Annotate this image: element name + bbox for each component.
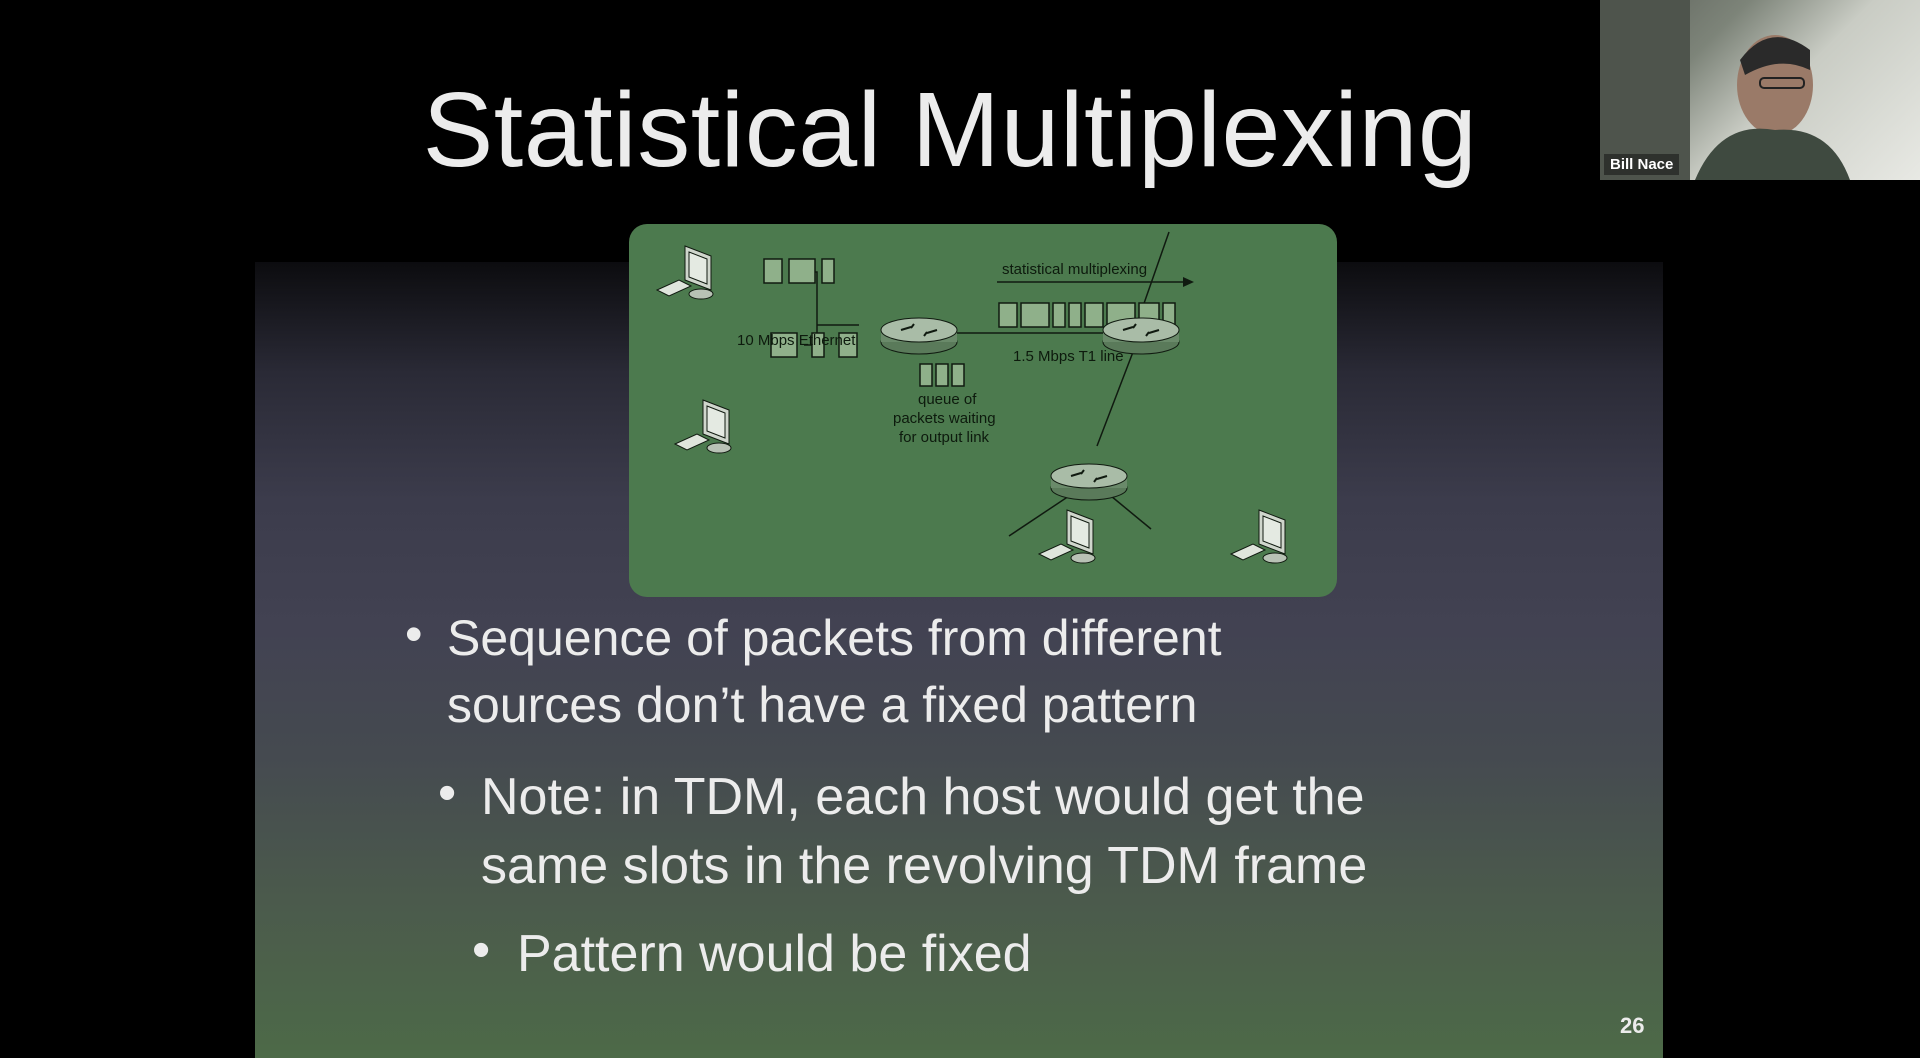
bullet-symbol: •: [438, 764, 457, 822]
bullet-line: sources don’t have a fixed pattern: [447, 676, 1198, 733]
router-host-left-line: [1008, 495, 1070, 537]
computer-icon: [655, 245, 714, 300]
bullet-line: Sequence of packets from different: [447, 610, 1222, 666]
presenter-video[interactable]: [1600, 0, 1920, 180]
packet: [763, 258, 783, 284]
router-icon: [1050, 463, 1128, 501]
bullet-line: same slots in the revolving TDM frame: [481, 837, 1368, 896]
packet: [788, 258, 816, 284]
bullet-line: Note: in TDM, each host would get the: [481, 768, 1365, 826]
bullet-text: Note: in TDM, each host would get the sa…: [481, 763, 1367, 901]
packet: [821, 258, 835, 284]
queue-label-line-2: packets waiting: [893, 410, 996, 427]
presentation-screen: Statistical Multiplexing 10 Mbps Etherne…: [0, 0, 1920, 1058]
presenter-name-tag: Bill Nace: [1604, 154, 1680, 175]
packet: [1068, 302, 1082, 328]
computer-icon: [1229, 509, 1288, 564]
stat-mux-arrowhead: [1183, 277, 1194, 287]
packet: [919, 363, 933, 387]
packet: [1020, 302, 1050, 328]
slide-page-number: 26: [1620, 1013, 1645, 1038]
bullet-text: Sequence of packets from different sourc…: [447, 605, 1222, 738]
computer-icon: [673, 399, 732, 454]
t1-line-label: 1.5 Mbps T1 line: [1013, 348, 1124, 365]
packet: [998, 302, 1018, 328]
router-host-right-line: [1110, 495, 1152, 530]
packet: [1084, 302, 1104, 328]
router-icon: [880, 317, 958, 355]
network-diagram: 10 Mbps Ethernet statistical multiplexin…: [629, 224, 1337, 597]
packet: [1052, 302, 1066, 328]
stat-mux-label: statistical multiplexing: [1002, 261, 1148, 278]
queue-label-line-1: queue of: [918, 391, 977, 408]
computer-icon: [1037, 509, 1096, 564]
router-down-line: [1096, 351, 1134, 447]
bullet-line: Pattern would be fixed: [517, 925, 1032, 983]
presenter-silhouette: [1600, 0, 1850, 180]
bullet-text: Pattern would be fixed: [517, 920, 1032, 989]
packet: [951, 363, 965, 387]
ethernet-label: 10 Mbps Ethernet: [737, 332, 856, 349]
queue-label-line-3: for output link: [899, 429, 990, 446]
bullet-symbol: •: [472, 921, 491, 979]
packet: [935, 363, 949, 387]
bullet-symbol: •: [405, 606, 423, 662]
